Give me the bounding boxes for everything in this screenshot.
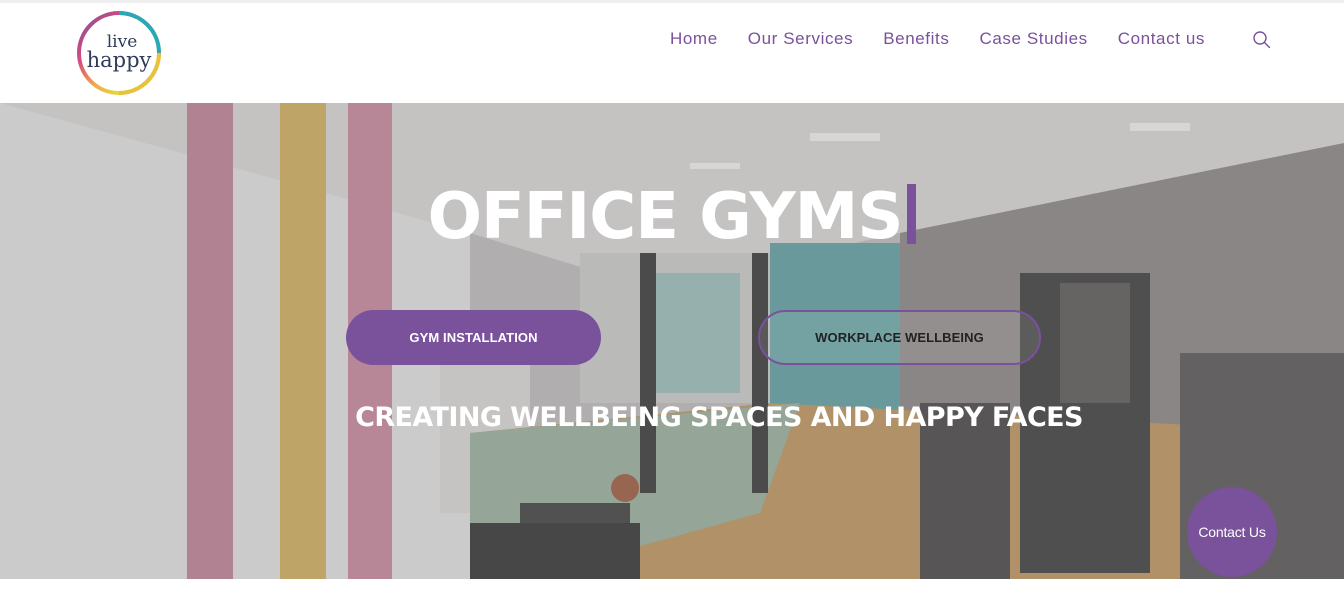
hero-title: OFFICE GYMS — [0, 179, 1344, 255]
gym-installation-button[interactable]: GYM INSTALLATION — [346, 310, 601, 365]
hero-title-text: OFFICE GYMS — [427, 180, 904, 254]
hero-section: OFFICE GYMS GYM INSTALLATION WORKPLACE W… — [0, 103, 1344, 579]
nav-home[interactable]: Home — [655, 27, 733, 51]
hero-overlay — [0, 103, 1344, 579]
main-nav: Home Our Services Benefits Case Studies … — [655, 27, 1220, 51]
floating-contact-button[interactable]: Contact Us — [1187, 487, 1277, 577]
typing-cursor — [907, 184, 917, 244]
workplace-wellbeing-button[interactable]: WORKPLACE WELLBEING — [758, 310, 1041, 365]
site-header: live happy Home Our Services Benefits Ca… — [0, 3, 1344, 103]
nav-case-studies[interactable]: Case Studies — [964, 27, 1102, 51]
logo-text-line2: happy — [86, 48, 152, 73]
hero-tagline: CREATING WELLBEING SPACES AND HAPPY FACE… — [355, 402, 1083, 433]
logo[interactable]: live happy — [75, 9, 163, 97]
search-icon[interactable] — [1252, 30, 1272, 50]
nav-contact-us[interactable]: Contact us — [1103, 27, 1220, 51]
nav-our-services[interactable]: Our Services — [733, 27, 868, 51]
nav-benefits[interactable]: Benefits — [868, 27, 964, 51]
